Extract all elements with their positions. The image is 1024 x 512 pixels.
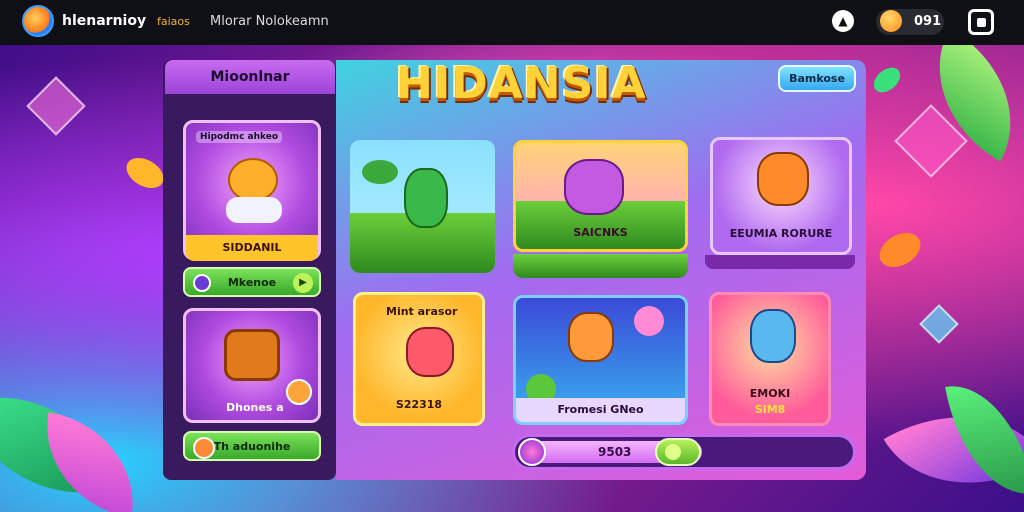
app-name: hlenarnioy [62, 13, 147, 29]
game-title: HIDANSIA [396, 58, 647, 109]
level-card-title: Mint arasor [386, 305, 458, 318]
sidebar-card-caption: Dhones a [226, 401, 284, 414]
dino-character-icon [404, 168, 448, 228]
sidebar-button-label: Th aduonihe [213, 439, 291, 453]
gem-icon [518, 438, 546, 466]
level-card-5[interactable]: Fromesi GNeo [513, 295, 688, 425]
level-card-label: S22318 [395, 398, 443, 411]
app-logo-icon[interactable] [22, 5, 54, 37]
level-card-label: Fromesi GNeo [557, 403, 644, 416]
top-bar: hlenarnioy faiaos Mlorar Nolokeamn ▲ 091 [0, 0, 1024, 45]
squirrel-character-icon [406, 327, 454, 377]
nav-link-secondary[interactable]: Mlorar Nolokeamn [210, 14, 329, 29]
blue-bear-character-icon [750, 309, 796, 363]
coin-count: 091 [914, 14, 942, 29]
treasure-chest-icon [224, 329, 280, 381]
fox-character-icon [286, 379, 312, 405]
sidebar-card-treasure[interactable]: Dhones a [183, 308, 321, 423]
sidebar-button-2[interactable]: Th aduonihe [183, 431, 321, 461]
sidebar-card-featured[interactable]: Hipodmc ahkeo SIDDANIL [183, 120, 321, 261]
sidebar-title: Mioonlnar [165, 60, 335, 94]
level-card-3[interactable]: EEUMIA RORURE [710, 137, 852, 255]
grass-platform [513, 254, 688, 278]
level-card-2[interactable]: SAICNKS [513, 140, 688, 252]
orb-icon [193, 274, 211, 292]
card-shadow [705, 255, 855, 269]
chevron-right-icon: ▶ [293, 273, 313, 293]
level-card-1[interactable] [350, 140, 495, 273]
level-card-label: EEUMIA RORURE [729, 227, 833, 240]
progress-action-button[interactable] [655, 438, 701, 466]
bear-body [226, 197, 282, 223]
snail-character-icon [634, 306, 664, 336]
progress-value: 9503 [598, 445, 632, 459]
sidebar-card-title: Hipodmc ahkeo [196, 131, 283, 143]
fox-character-icon [568, 312, 614, 362]
level-card-label: SAICNKS [573, 226, 628, 239]
sidebar-button-1[interactable]: Mkenoe ▶ [183, 267, 321, 297]
settings-icon[interactable] [968, 9, 994, 35]
cat-character-icon [564, 159, 624, 215]
level-card-sublabel: SIM8 [754, 403, 786, 416]
level-card-label: EMOKI [749, 387, 791, 400]
sidebar-card-label: SIDDANIL [186, 235, 318, 261]
avatar-icon [193, 437, 215, 459]
header-action-button[interactable]: Bamkose [778, 65, 856, 92]
sidebar-button-label: Mkenoe [227, 275, 277, 289]
coin-icon [880, 10, 902, 32]
level-card-6[interactable]: EMOKI SIM8 [709, 292, 831, 426]
fox-character-icon [757, 152, 809, 206]
level-card-4[interactable]: Mint arasor S22318 [353, 292, 485, 426]
rocket-icon[interactable]: ▲ [832, 10, 854, 32]
nav-link-primary[interactable]: faiaos [157, 15, 190, 28]
palm-tree-icon [362, 160, 398, 184]
bear-character-icon [228, 158, 278, 202]
